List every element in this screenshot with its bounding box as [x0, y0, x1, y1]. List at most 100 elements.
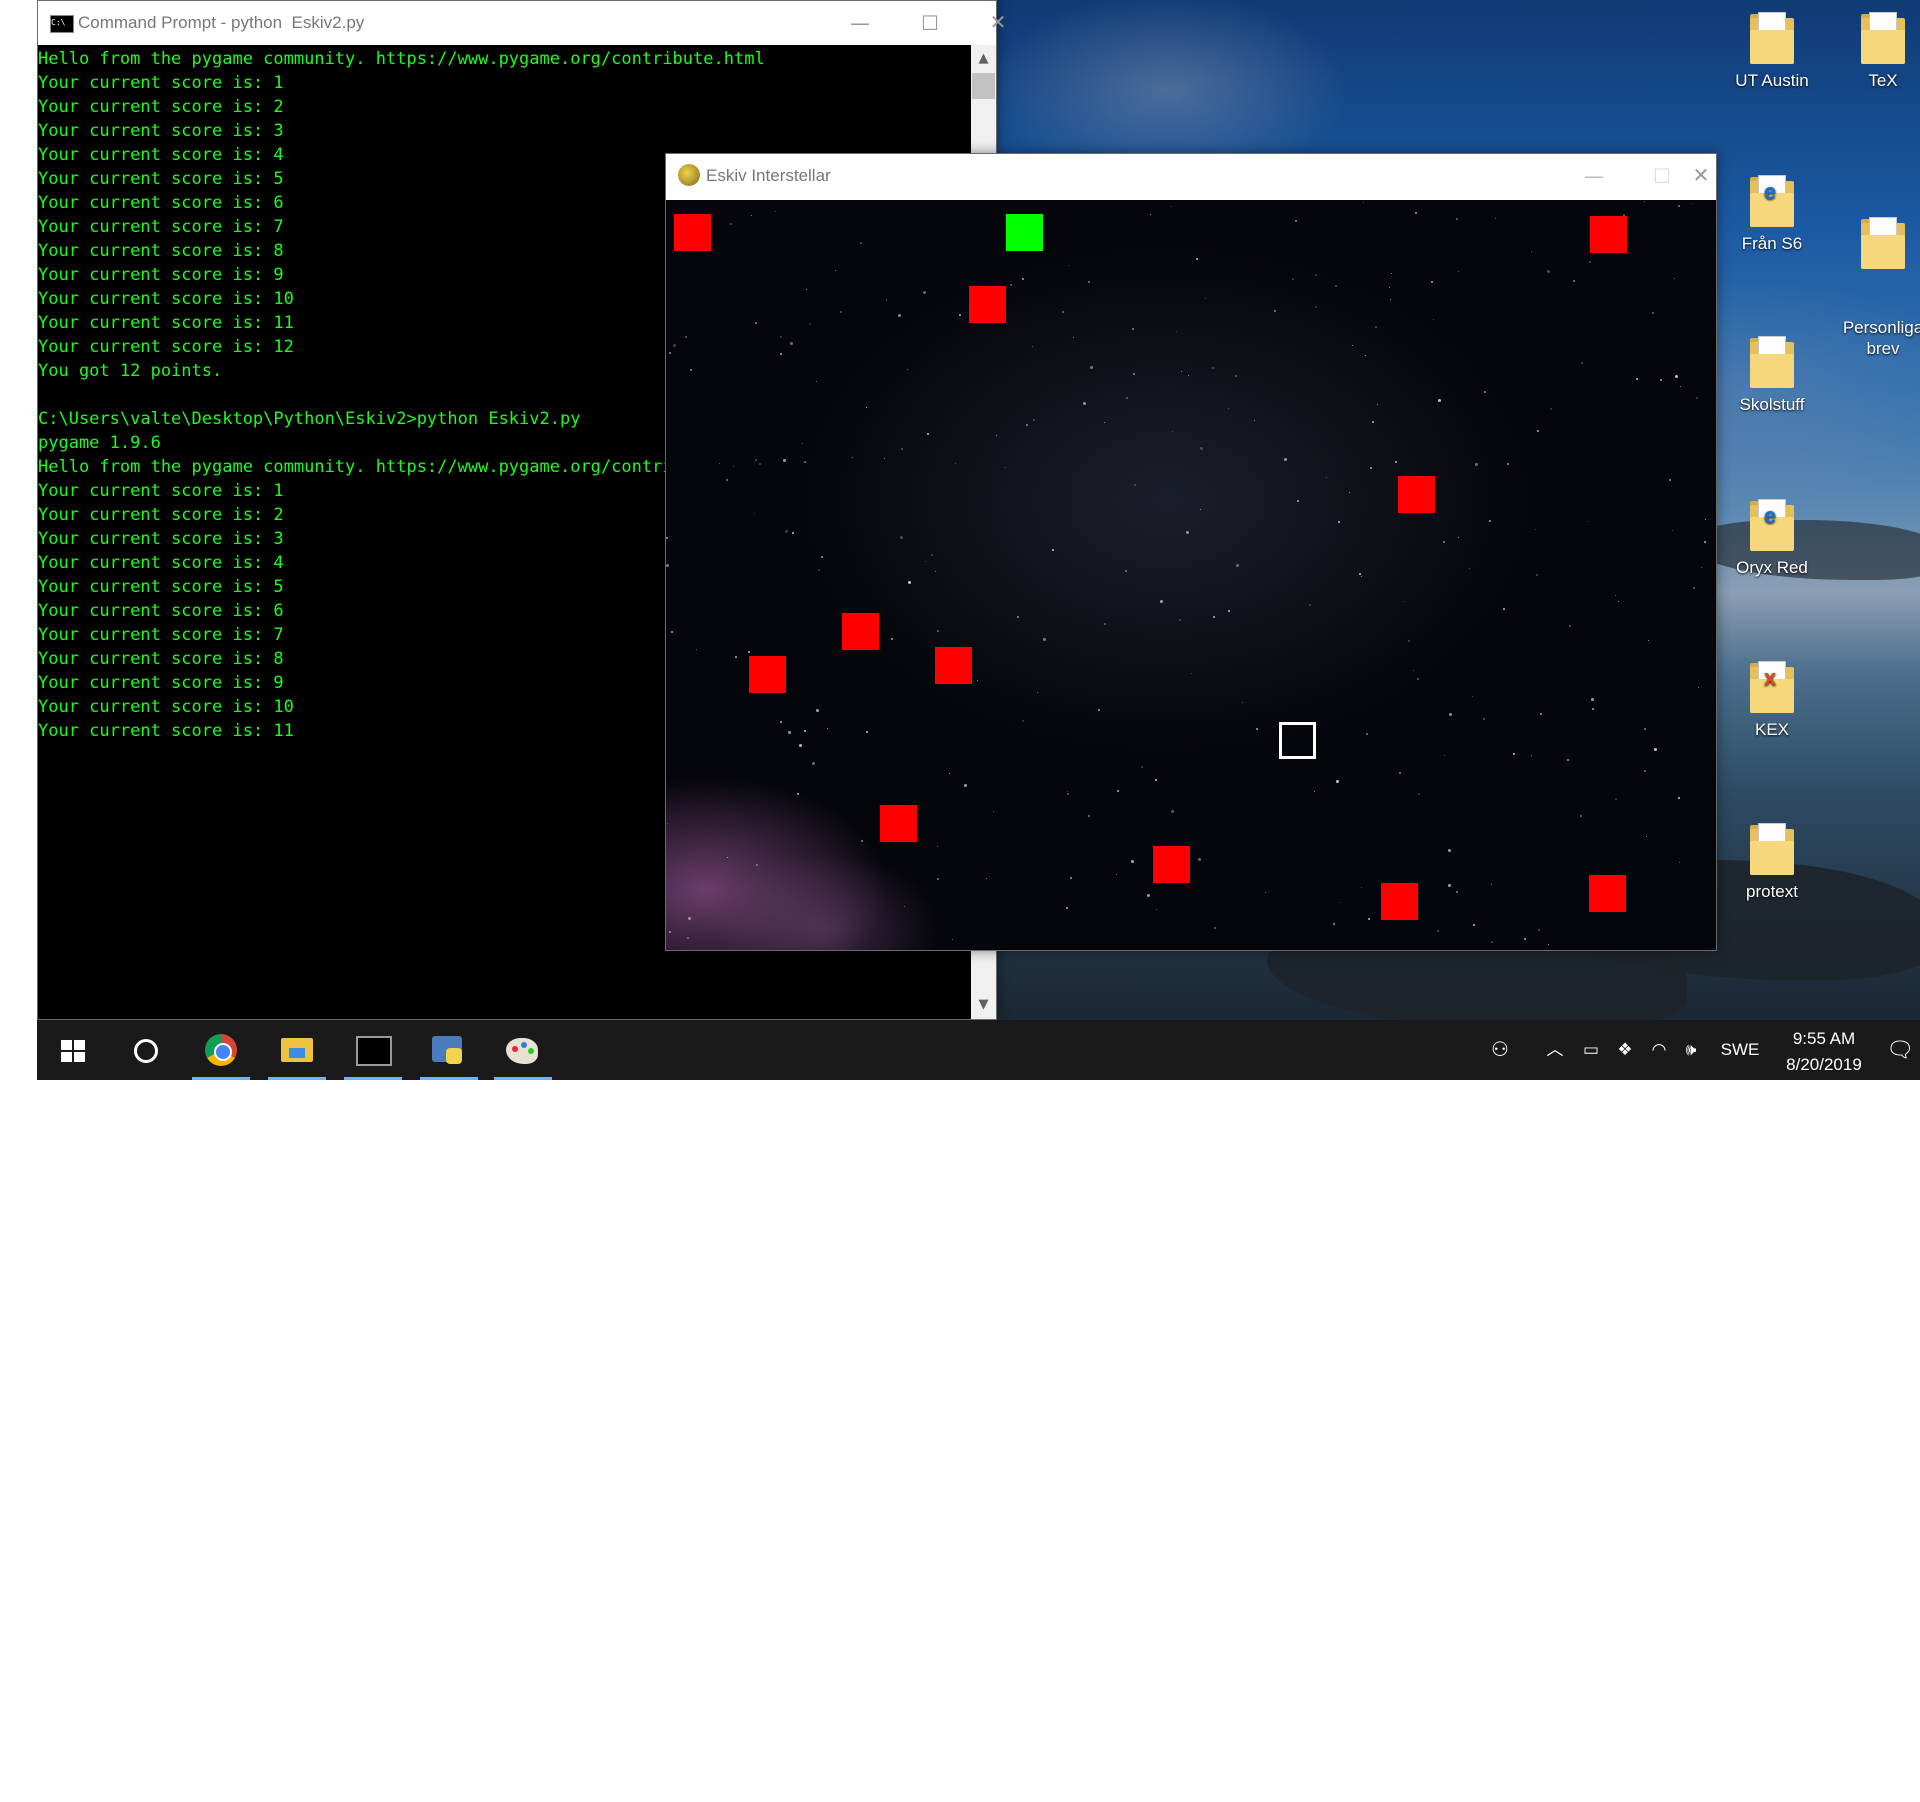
star — [955, 463, 956, 464]
dropbox-icon[interactable]: ❖ — [1611, 1020, 1639, 1080]
star — [1365, 355, 1366, 356]
star — [1352, 345, 1353, 346]
star — [1363, 202, 1364, 203]
people-icon[interactable]: ⚇ — [1485, 1020, 1515, 1080]
star — [1098, 709, 1100, 711]
star — [821, 556, 823, 558]
star — [775, 211, 776, 212]
enemy-block — [1153, 846, 1190, 883]
star — [891, 638, 893, 640]
game-canvas[interactable] — [666, 200, 1716, 950]
star — [1335, 285, 1337, 287]
clock[interactable]: 9:55 AM 8/20/2019 — [1779, 1026, 1869, 1078]
desktop-icon-ut-austin[interactable]: UT Austin — [1722, 12, 1822, 91]
star — [1067, 791, 1068, 792]
star — [886, 300, 887, 301]
star — [1443, 541, 1445, 543]
game-minimize-button[interactable]: — — [1564, 158, 1624, 194]
cmd-maximize-button[interactable]: ☐ — [900, 5, 960, 41]
battery-icon[interactable]: ▭ — [1577, 1020, 1605, 1080]
star — [1433, 319, 1434, 320]
star — [1437, 930, 1439, 932]
star — [1368, 918, 1370, 920]
star — [1066, 907, 1068, 909]
chrome-icon[interactable] — [190, 1020, 252, 1080]
cmd-minimize-button[interactable]: — — [830, 5, 890, 41]
star — [1567, 759, 1569, 761]
star — [986, 878, 987, 879]
star — [1366, 733, 1368, 735]
desktop-icon-label: Personliga brev — [1842, 318, 1920, 358]
game-titlebar[interactable]: Eskiv Interstellar — ☐ — [666, 154, 1716, 198]
star — [792, 532, 794, 534]
player-square[interactable] — [1279, 722, 1316, 759]
star — [1033, 419, 1035, 421]
star — [1377, 404, 1378, 405]
folder-icon — [1861, 12, 1905, 64]
star — [964, 784, 967, 787]
star — [937, 878, 939, 880]
desktop-icon-protext[interactable]: protext — [1722, 823, 1822, 902]
desktop-icon-skolstuff[interactable]: Skolstuff — [1722, 336, 1822, 415]
star — [1674, 278, 1675, 279]
star — [1155, 779, 1157, 781]
paint-icon[interactable] — [492, 1020, 554, 1080]
desktop-icon-personliga-brev[interactable]: Personliga brev — [1833, 175, 1920, 401]
cmd-titlebar[interactable]: C:\ Command Prompt - python Eskiv2.py — … — [38, 1, 996, 45]
cortana-icon[interactable] — [114, 1020, 176, 1080]
star — [666, 537, 668, 539]
game-close-button[interactable]: ✕ — [1671, 157, 1731, 193]
star — [1408, 640, 1410, 642]
star — [952, 939, 953, 940]
star — [1315, 274, 1317, 276]
desktop-icon-oryx-red[interactable]: e Oryx Red — [1722, 499, 1822, 578]
cmd-close-button[interactable]: ✕ — [968, 4, 1028, 40]
star — [1548, 944, 1549, 945]
enemy-block — [1590, 216, 1627, 253]
star — [852, 457, 853, 458]
star — [690, 369, 692, 371]
star — [1005, 467, 1006, 468]
star — [667, 823, 668, 824]
python-icon[interactable] — [418, 1020, 480, 1080]
star — [1228, 610, 1230, 612]
star — [1473, 924, 1475, 926]
language-indicator[interactable]: SWE — [1717, 1020, 1763, 1080]
scroll-down-icon[interactable]: ▼ — [971, 993, 996, 1017]
star — [1615, 798, 1617, 800]
star — [1591, 698, 1594, 701]
star — [816, 709, 819, 712]
star — [1200, 509, 1201, 510]
star — [804, 461, 806, 463]
star — [1648, 640, 1649, 641]
star — [1295, 220, 1297, 222]
scroll-up-icon[interactable]: ▲ — [971, 47, 996, 71]
star — [1147, 894, 1150, 897]
goal-block — [1006, 214, 1043, 251]
star — [1196, 258, 1198, 260]
star — [719, 463, 720, 464]
command-prompt-icon[interactable] — [342, 1020, 404, 1080]
star — [1212, 367, 1214, 369]
star — [730, 223, 732, 225]
game-window[interactable]: Eskiv Interstellar — ☐ — [665, 153, 1717, 951]
star — [1652, 312, 1654, 314]
wifi-icon[interactable]: ◠ — [1645, 1020, 1673, 1080]
star — [1536, 574, 1538, 576]
start-icon[interactable] — [42, 1020, 104, 1080]
desktop-icon-fran-s6[interactable]: e Från S6 — [1722, 175, 1822, 254]
desktop-icon-tex[interactable]: TeX — [1833, 12, 1920, 91]
star — [1507, 463, 1509, 465]
chevron-up-icon[interactable]: ︿ — [1543, 1020, 1567, 1080]
file-explorer-icon[interactable] — [266, 1020, 328, 1080]
desktop-icon-kex[interactable]: x KEX — [1722, 661, 1822, 740]
star — [1540, 713, 1542, 715]
star — [1228, 408, 1229, 409]
star — [1052, 549, 1054, 551]
star — [756, 864, 758, 866]
star — [1150, 214, 1151, 215]
volume-icon[interactable]: 🕪 — [1677, 1020, 1705, 1080]
cmd-scroll-thumb[interactable] — [972, 73, 995, 99]
action-center-icon[interactable]: 🗨 — [1885, 1020, 1915, 1080]
star — [835, 270, 836, 271]
